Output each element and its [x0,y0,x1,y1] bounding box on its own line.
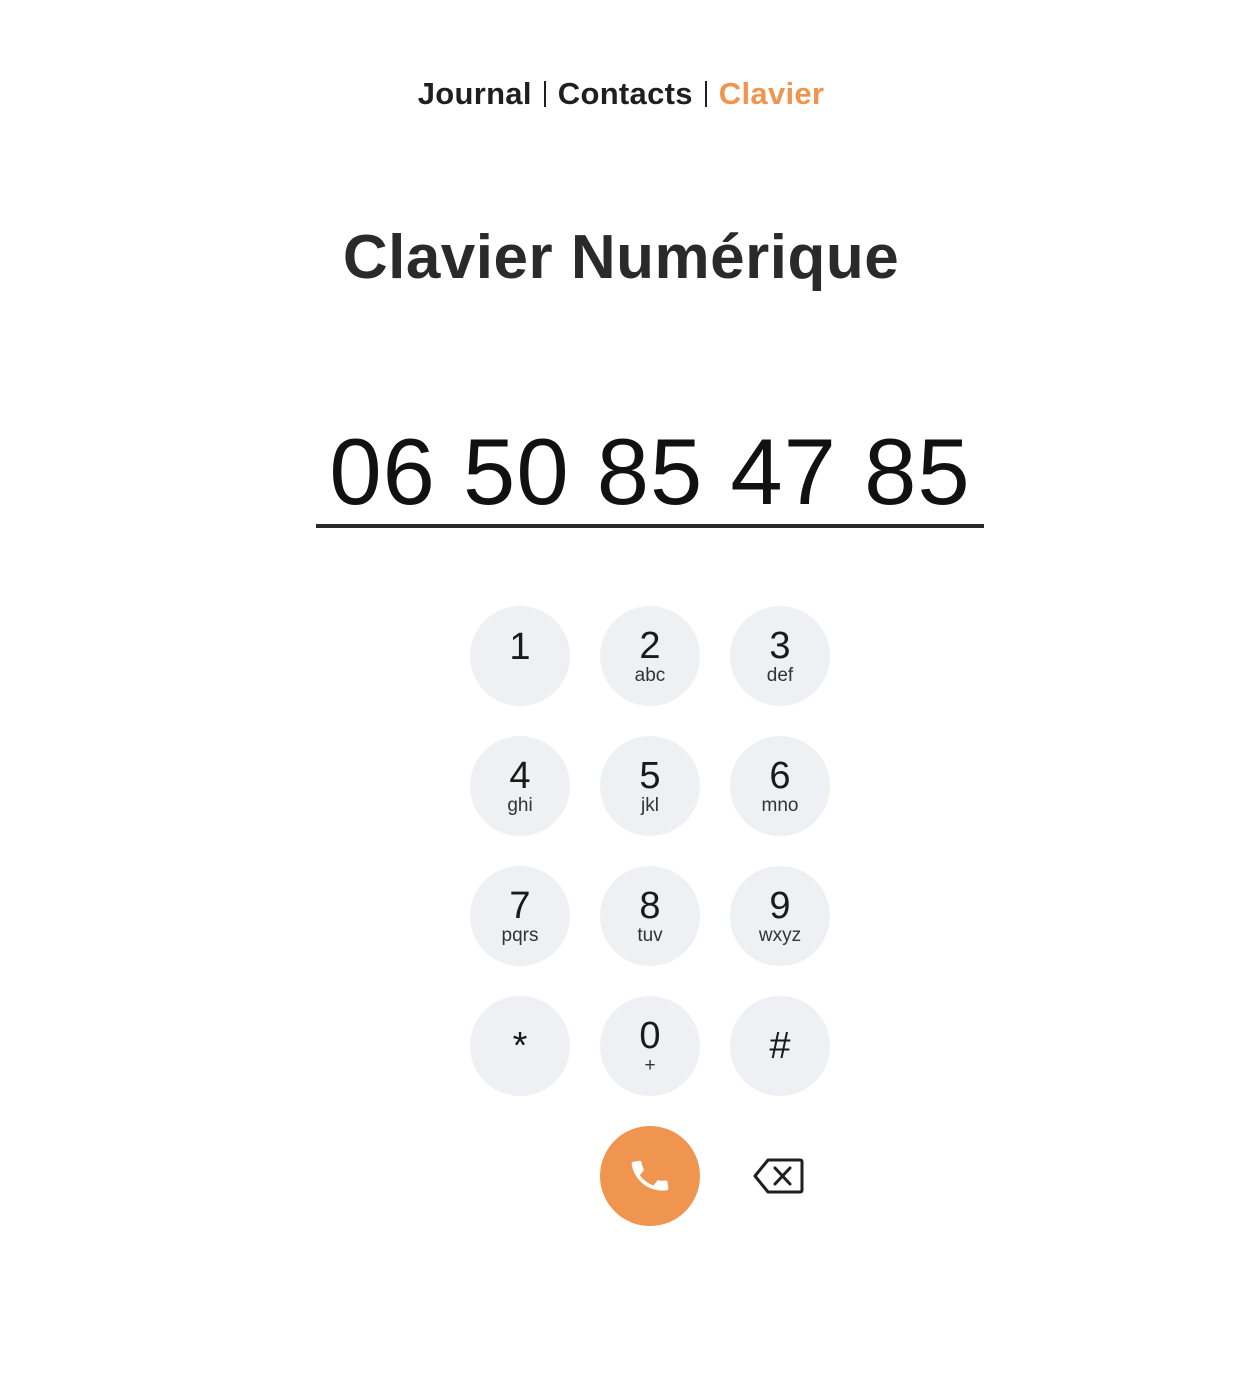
key-letters: jkl [641,795,659,816]
key-digit: * [512,1025,528,1067]
key-6[interactable]: 6 mno [730,736,830,836]
backspace-icon [753,1158,804,1194]
key-hash[interactable]: # [730,996,830,1096]
key-letters: abc [634,665,666,686]
key-1[interactable]: 1 [470,606,570,706]
key-digit: 4 [509,755,531,797]
key-letters: tuv [637,925,663,946]
key-3[interactable]: 3 def [730,606,830,706]
call-actions [600,1126,830,1226]
key-digit: 6 [769,755,791,797]
phone-icon [631,1160,669,1191]
key-digit: 2 [639,625,661,667]
top-navigation: Journal Contacts Clavier [0,70,1242,118]
key-letters: pqrs [501,925,539,946]
nav-journal[interactable]: Journal [418,76,532,112]
nav-separator [543,81,546,107]
phone-number-value: 06 50 85 47 85 [329,419,971,524]
key-0[interactable]: 0 + [600,996,700,1096]
keypad: 1 2 abc 3 def 4 ghi 5 jkl 6 mno 7 pqrs 8… [470,606,830,1096]
key-digit: 0 [639,1015,661,1057]
key-letters: ghi [507,795,533,816]
key-2[interactable]: 2 abc [600,606,700,706]
nav-separator [704,81,707,107]
key-letters: + [644,1055,656,1076]
key-letters: def [766,665,794,686]
backspace-button[interactable] [750,1156,806,1196]
key-digit: # [769,1025,791,1067]
nav-clavier[interactable]: Clavier [719,76,825,112]
key-digit: 7 [509,885,531,927]
key-4[interactable]: 4 ghi [470,736,570,836]
key-letters: mno [761,795,799,816]
key-9[interactable]: 9 wxyz [730,866,830,966]
page-title: Clavier Numérique [342,223,900,292]
key-star[interactable]: * [470,996,570,1096]
call-button[interactable] [600,1126,700,1226]
key-5[interactable]: 5 jkl [600,736,700,836]
phone-number-field[interactable]: 06 50 85 47 85 [316,419,984,528]
key-digit: 5 [639,755,661,797]
key-8[interactable]: 8 tuv [600,866,700,966]
key-digit: 3 [769,625,791,667]
key-digit: 8 [639,885,661,927]
key-digit: 9 [769,885,791,927]
key-7[interactable]: 7 pqrs [470,866,570,966]
key-letters: wxyz [758,925,802,946]
nav-contacts[interactable]: Contacts [558,76,693,112]
key-digit: 1 [509,626,531,668]
